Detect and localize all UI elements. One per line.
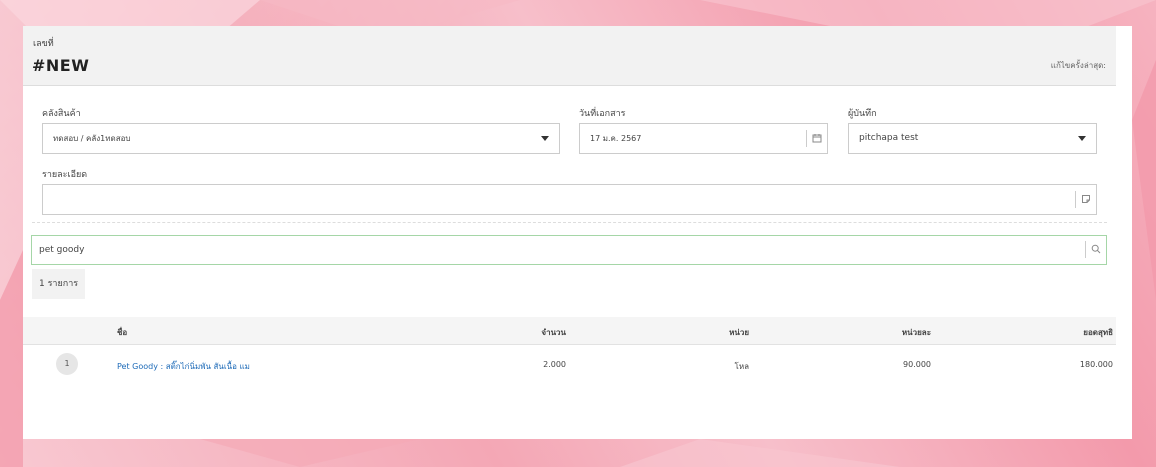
product-search-input[interactable]: pet goody [31, 235, 1107, 265]
warehouse-select[interactable]: ทดสอบ / คลัง1ทดสอบ [42, 123, 560, 154]
note-icon[interactable] [1075, 191, 1096, 208]
result-count-badge: 1 รายการ [32, 269, 86, 299]
table-row[interactable]: 1 Pet Goody : สติ๊กไก่นิ่มพัน สันเนื้อ แ… [23, 345, 1116, 383]
warehouse-label: คลังสินค้า [42, 109, 81, 119]
row-unit-price: 90.000 [903, 360, 931, 369]
doc-number: #NEW [32, 56, 90, 75]
recorder-value: pitchapa test [859, 133, 919, 143]
search-value: pet goody [39, 245, 85, 255]
row-unit: โหล [734, 362, 749, 371]
doc-number-label: เลขที่ [33, 39, 54, 49]
warehouse-value: ทดสอบ / คลัง1ทดสอบ [53, 134, 131, 143]
col-qty-header: จำนวน [541, 328, 566, 337]
doc-date-label: วันที่เอกสาร [579, 109, 626, 119]
items-table-header: ชื่อ จำนวน หน่วย หน่วยละ ยอดสุทธิ [23, 317, 1116, 345]
col-unit-price-header: หน่วยละ [901, 328, 931, 337]
calendar-icon[interactable] [806, 130, 827, 147]
row-index: 1 [56, 353, 78, 375]
document-header: เลขที่ #NEW แก้ไขครั้งล่าสุด: [23, 26, 1116, 86]
recorder-select[interactable]: pitchapa test [848, 123, 1097, 154]
details-label: รายละเอียด [42, 170, 88, 180]
col-total-header: ยอดสุทธิ [1083, 328, 1113, 337]
stock-document-panel: เลขที่ #NEW แก้ไขครั้งล่าสุด: คลังสินค้า… [23, 26, 1132, 439]
doc-date-field[interactable]: 17 ม.ค. 2567 [579, 123, 828, 154]
last-edit-label: แก้ไขครั้งล่าสุด: [1050, 61, 1106, 70]
row-qty: 2.000 [543, 360, 566, 369]
caret-down-icon [1078, 136, 1086, 141]
details-field[interactable] [42, 184, 1097, 215]
col-name-header: ชื่อ [117, 328, 128, 337]
caret-down-icon [541, 136, 549, 141]
row-total: 180.000 [1079, 360, 1113, 369]
recorder-label: ผู้บันทึก [848, 109, 877, 119]
col-unit-header: หน่วย [729, 328, 749, 337]
product-name-link[interactable]: Pet Goody : สติ๊กไก่นิ่มพัน สันเนื้อ แม [117, 360, 250, 373]
search-icon[interactable] [1085, 241, 1106, 258]
doc-date-value: 17 ม.ค. 2567 [590, 134, 642, 143]
divider [32, 222, 1107, 223]
